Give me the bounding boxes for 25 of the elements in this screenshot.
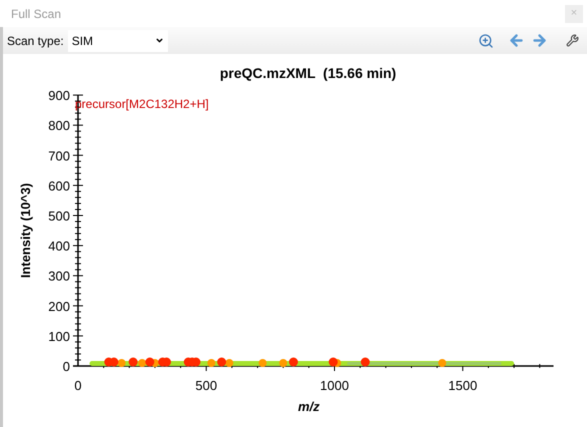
back-arrow-icon[interactable]: [508, 32, 525, 49]
scan-type-label: Scan type:: [7, 32, 64, 50]
x-axis-title: m/z: [298, 399, 320, 414]
y-tick-label: 500: [48, 208, 70, 224]
zoom-in-icon[interactable]: [478, 32, 494, 48]
x-tick-label: 500: [195, 378, 218, 393]
window-title: Full Scan: [11, 6, 62, 22]
x-tick-label: 1500: [448, 378, 478, 393]
chart-title: preQC.mzXML (15.66 min): [220, 65, 396, 81]
forward-arrow-icon[interactable]: [531, 32, 548, 49]
y-axis-title: Intensity (10^3): [18, 183, 33, 278]
settings-icon[interactable]: [566, 34, 579, 47]
y-tick-label: 200: [48, 298, 70, 314]
y-tick-label: 300: [48, 268, 70, 284]
y-tick-label: 800: [48, 118, 70, 134]
caret-icon: [154, 36, 164, 45]
y-tick-label: 400: [48, 238, 70, 254]
x-tick-label: 0: [74, 378, 82, 393]
y-tick-label: 600: [48, 178, 70, 194]
x-tick-label: 1000: [320, 378, 349, 393]
y-tick-label: 0: [62, 359, 70, 374]
scan-type-dropdown[interactable]: SIM: [68, 30, 168, 52]
y-tick-label: 700: [48, 148, 70, 164]
y-tick-label: 900: [48, 88, 70, 104]
y-tick-label: 100: [48, 328, 70, 344]
